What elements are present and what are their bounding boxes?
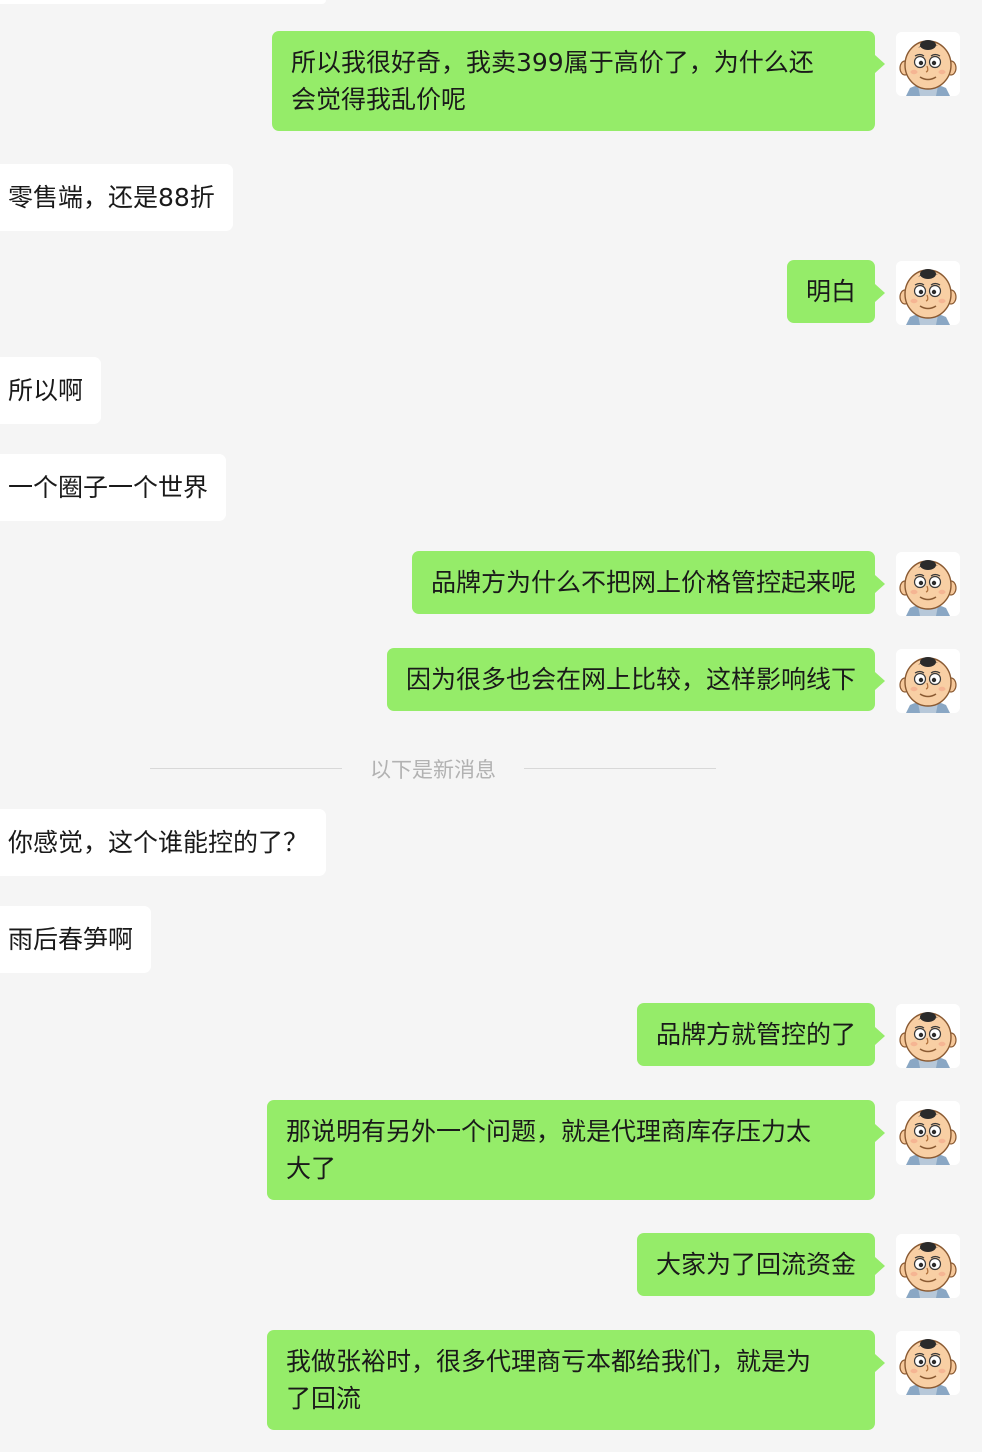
sent-message-bubble[interactable]: 品牌方为什么不把网上价格管控起来呢	[411, 551, 886, 614]
sent-message-bubble[interactable]: 大家为了回流资金	[636, 1233, 886, 1296]
sent-message-bubble[interactable]: 所以我很好奇，我卖399属于高价了，为什么还 会觉得我乱价呢	[272, 31, 885, 131]
user-avatar-icon[interactable]	[896, 1004, 960, 1068]
received-message-bubble[interactable]: 零售端，还是88折	[0, 164, 233, 231]
user-avatar-icon[interactable]	[896, 1234, 960, 1298]
received-message-bubble[interactable]: 雨后春笋啊	[0, 906, 152, 973]
received-message-bubble[interactable]: 你感觉，这个谁能控的了？	[0, 809, 327, 876]
user-avatar-icon[interactable]	[896, 32, 960, 96]
sent-message-bubble[interactable]: 那说明有另外一个问题，就是代理商库存压力太 大了	[267, 1100, 885, 1200]
user-avatar-icon[interactable]	[896, 1331, 960, 1395]
divider-line-left	[150, 768, 342, 769]
sent-message-bubble[interactable]: 品牌方就管控的了	[636, 1003, 886, 1066]
user-avatar-icon[interactable]	[896, 552, 960, 616]
sent-message-bubble[interactable]: 因为很多也会在网上比较，这样影响线下	[386, 648, 886, 711]
new-messages-divider: 以下是新消息	[150, 758, 716, 782]
sent-message-bubble[interactable]: 明白	[786, 260, 886, 323]
user-avatar-icon[interactable]	[896, 1101, 960, 1165]
received-message-bubble[interactable]: 一个圈子一个世界	[0, 454, 227, 521]
divider-line-right	[524, 768, 716, 769]
user-avatar-icon[interactable]	[896, 649, 960, 713]
sent-message-bubble[interactable]: 我做张裕时，很多代理商亏本都给我们，就是为 了回流	[267, 1330, 885, 1430]
user-avatar-icon[interactable]	[896, 261, 960, 325]
received-message-bubble[interactable]: 所以啊	[0, 357, 102, 424]
new-messages-label: 以下是新消息	[370, 758, 496, 782]
previous-message-bubble-edge	[0, 0, 326, 4]
